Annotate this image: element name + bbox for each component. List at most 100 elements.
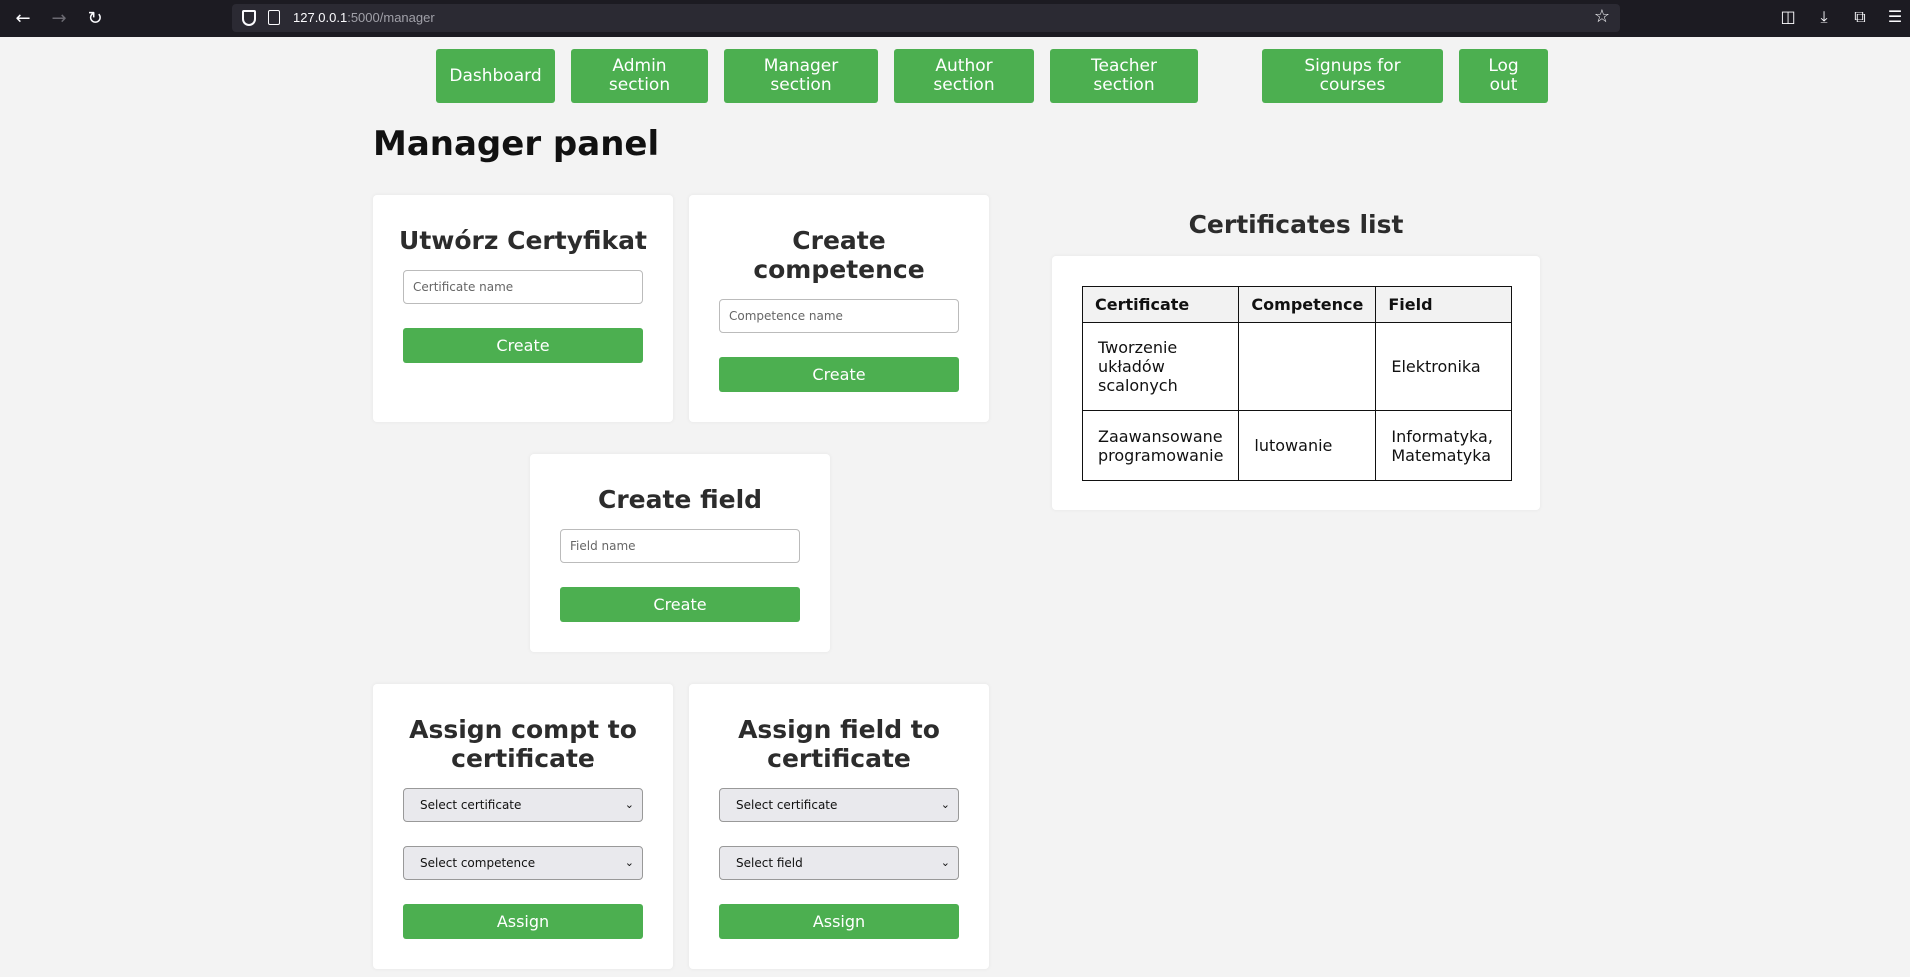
create-competence-card: Create competence Competence name Create (689, 195, 989, 422)
reload-icon[interactable]: ↻ (82, 6, 108, 32)
nav-admin-label: Admin section (609, 57, 670, 95)
create-certificate-title: Utwórz Certyfikat (399, 226, 647, 255)
assign-field-title-line1: Assign field to (738, 715, 940, 744)
select-field-dropdown[interactable]: Select field ⌄ (719, 846, 959, 880)
competence-name-input[interactable]: Competence name (719, 299, 959, 333)
cell-line: scalonych (1098, 376, 1178, 395)
create-certificate-button[interactable]: Create (403, 328, 643, 363)
select-certificate-dropdown[interactable]: Select certificate ⌄ (719, 788, 959, 822)
back-icon[interactable]: ← (10, 6, 36, 32)
table-header-row: Certificate Competence Field (1081, 286, 1513, 323)
chevron-down-icon: ⌄ (624, 856, 634, 869)
assign-field-title: Assign field to certificate (689, 715, 989, 773)
create-field-title: Create field (597, 485, 763, 514)
column-header-field: Field (1375, 286, 1513, 323)
extensions-icon[interactable]: ⧉ (1849, 7, 1871, 27)
select-certificate-value: Select certificate (420, 798, 522, 812)
assign-competence-card: Assign compt to certificate Select certif… (373, 684, 673, 969)
create-field-button[interactable]: Create (560, 587, 800, 622)
address-bar[interactable]: 127.0.0.1:5000/manager ☆ (232, 4, 1620, 32)
nav-admin-label-line1: Admin (612, 56, 667, 76)
nav-logout-button[interactable]: Log out (1459, 49, 1548, 103)
assign-competence-title-line2: certificate (451, 744, 595, 773)
table-row: Zaawansowane programowanie lutowanie Info… (1081, 410, 1513, 481)
field-name-input[interactable]: Field name (560, 529, 800, 563)
url-path: :5000/manager (347, 10, 435, 25)
url-text[interactable]: 127.0.0.1:5000/manager (293, 10, 435, 25)
nav-author-button[interactable]: Author section (894, 49, 1034, 103)
column-header-competence: Competence (1238, 286, 1377, 323)
assign-competence-title: Assign compt to certificate (373, 715, 673, 773)
cell-line: Elektronika (1391, 357, 1481, 376)
table-cell-competence: lutowanie (1238, 410, 1377, 481)
nav-teacher-label: Teacher section (1091, 57, 1157, 95)
chevron-down-icon: ⌄ (940, 856, 950, 869)
certificate-name-input[interactable]: Certificate name (403, 270, 643, 304)
nav-teacher-button[interactable]: Teacher section (1050, 49, 1198, 103)
star-icon[interactable]: ☆ (1594, 6, 1610, 27)
create-certificate-card: Utwórz Certyfikat Certificate name Creat… (373, 195, 673, 422)
nav-admin-label-line2: section (608, 75, 671, 95)
pocket-icon[interactable]: ◫ (1777, 7, 1799, 26)
nav-author-label-line1: Author (935, 56, 993, 76)
browser-toolbar: ← → ↻ 127.0.0.1:5000/manager ☆ ◫ ⤓ ⧉ ☰ (0, 0, 1910, 37)
nav-signups-label-line1: Signups for (1304, 56, 1401, 76)
select-certificate-value: Select certificate (736, 798, 838, 812)
menu-icon[interactable]: ☰ (1884, 7, 1906, 26)
certificates-table: Certificate Competence Field Tworzenie uk… (1081, 286, 1513, 481)
create-competence-title-line2: competence (753, 255, 925, 284)
nav-manager-label-line1: Manager (763, 56, 839, 76)
cell-line: lutowanie (1254, 436, 1333, 455)
nav-teacher-label-line1: Teacher (1091, 56, 1157, 76)
page-icon[interactable] (268, 10, 280, 25)
create-competence-button[interactable]: Create (719, 357, 959, 392)
page-title: Manager panel (373, 124, 660, 164)
nav-logout-label: Log out (1488, 57, 1518, 95)
certificates-list-title: Certificates list (1188, 210, 1404, 239)
cell-line: Matematyka (1391, 445, 1491, 465)
assign-field-title-line2: certificate (767, 744, 911, 773)
table-cell-certificate: Tworzenie układów scalonych (1081, 322, 1240, 411)
chevron-down-icon: ⌄ (624, 798, 634, 811)
assign-field-button[interactable]: Assign (719, 904, 959, 939)
nav-admin-button[interactable]: Admin section (571, 49, 708, 103)
nav-author-label: Author section (933, 57, 994, 95)
nav-signups-button[interactable]: Signups for courses (1262, 49, 1443, 103)
table-cell-certificate: Zaawansowane programowanie (1081, 410, 1240, 481)
nav-manager-label: Manager section (764, 57, 839, 95)
table-row: Tworzenie układów scalonych Elektronika (1081, 322, 1513, 411)
forward-icon[interactable]: → (46, 6, 72, 32)
table-cell-competence (1238, 322, 1377, 411)
nav-signups-label: Signups for courses (1304, 57, 1400, 95)
create-competence-title-line1: Create (792, 226, 886, 255)
assign-competence-button[interactable]: Assign (403, 904, 643, 939)
nav-manager-label-line2: section (770, 75, 832, 95)
select-competence-dropdown[interactable]: Select competence ⌄ (403, 846, 643, 880)
cell-line: Tworzenie (1098, 338, 1178, 357)
column-header-certificate: Certificate (1081, 286, 1240, 323)
cell-line: Zaawansowane (1098, 426, 1223, 446)
cell-line: układów (1098, 357, 1165, 376)
certificates-list-card: Certificate Competence Field Tworzenie uk… (1052, 256, 1540, 510)
nav-logout-label-line2: out (1489, 75, 1518, 95)
select-competence-value: Select competence (420, 856, 536, 870)
nav-logout-label-line1: Log (1488, 56, 1519, 76)
nav-manager-button[interactable]: Manager section (724, 49, 878, 103)
select-certificate-dropdown[interactable]: Select certificate ⌄ (403, 788, 643, 822)
nav-dashboard-button[interactable]: Dashboard (436, 49, 555, 103)
nav-signups-label-line2: courses (1319, 75, 1386, 95)
chevron-down-icon: ⌄ (940, 798, 950, 811)
shield-icon[interactable] (242, 10, 256, 26)
table-cell-field: Elektronika (1375, 322, 1513, 411)
cell-line: Informatyka, (1391, 426, 1493, 446)
download-icon[interactable]: ⤓ (1813, 7, 1835, 27)
cell-line: programowanie (1098, 445, 1224, 465)
table-cell-field: Informatyka, Matematyka (1375, 410, 1513, 481)
nav-teacher-label-line2: section (1093, 75, 1155, 95)
nav-author-label-line2: section (933, 75, 995, 95)
url-host: 127.0.0.1 (293, 10, 348, 25)
nav-dashboard-label: Dashboard (449, 65, 542, 86)
create-field-card: Create field Field name Create (530, 454, 830, 652)
assign-competence-title-line1: Assign compt to (409, 715, 637, 744)
select-field-value: Select field (736, 856, 803, 870)
